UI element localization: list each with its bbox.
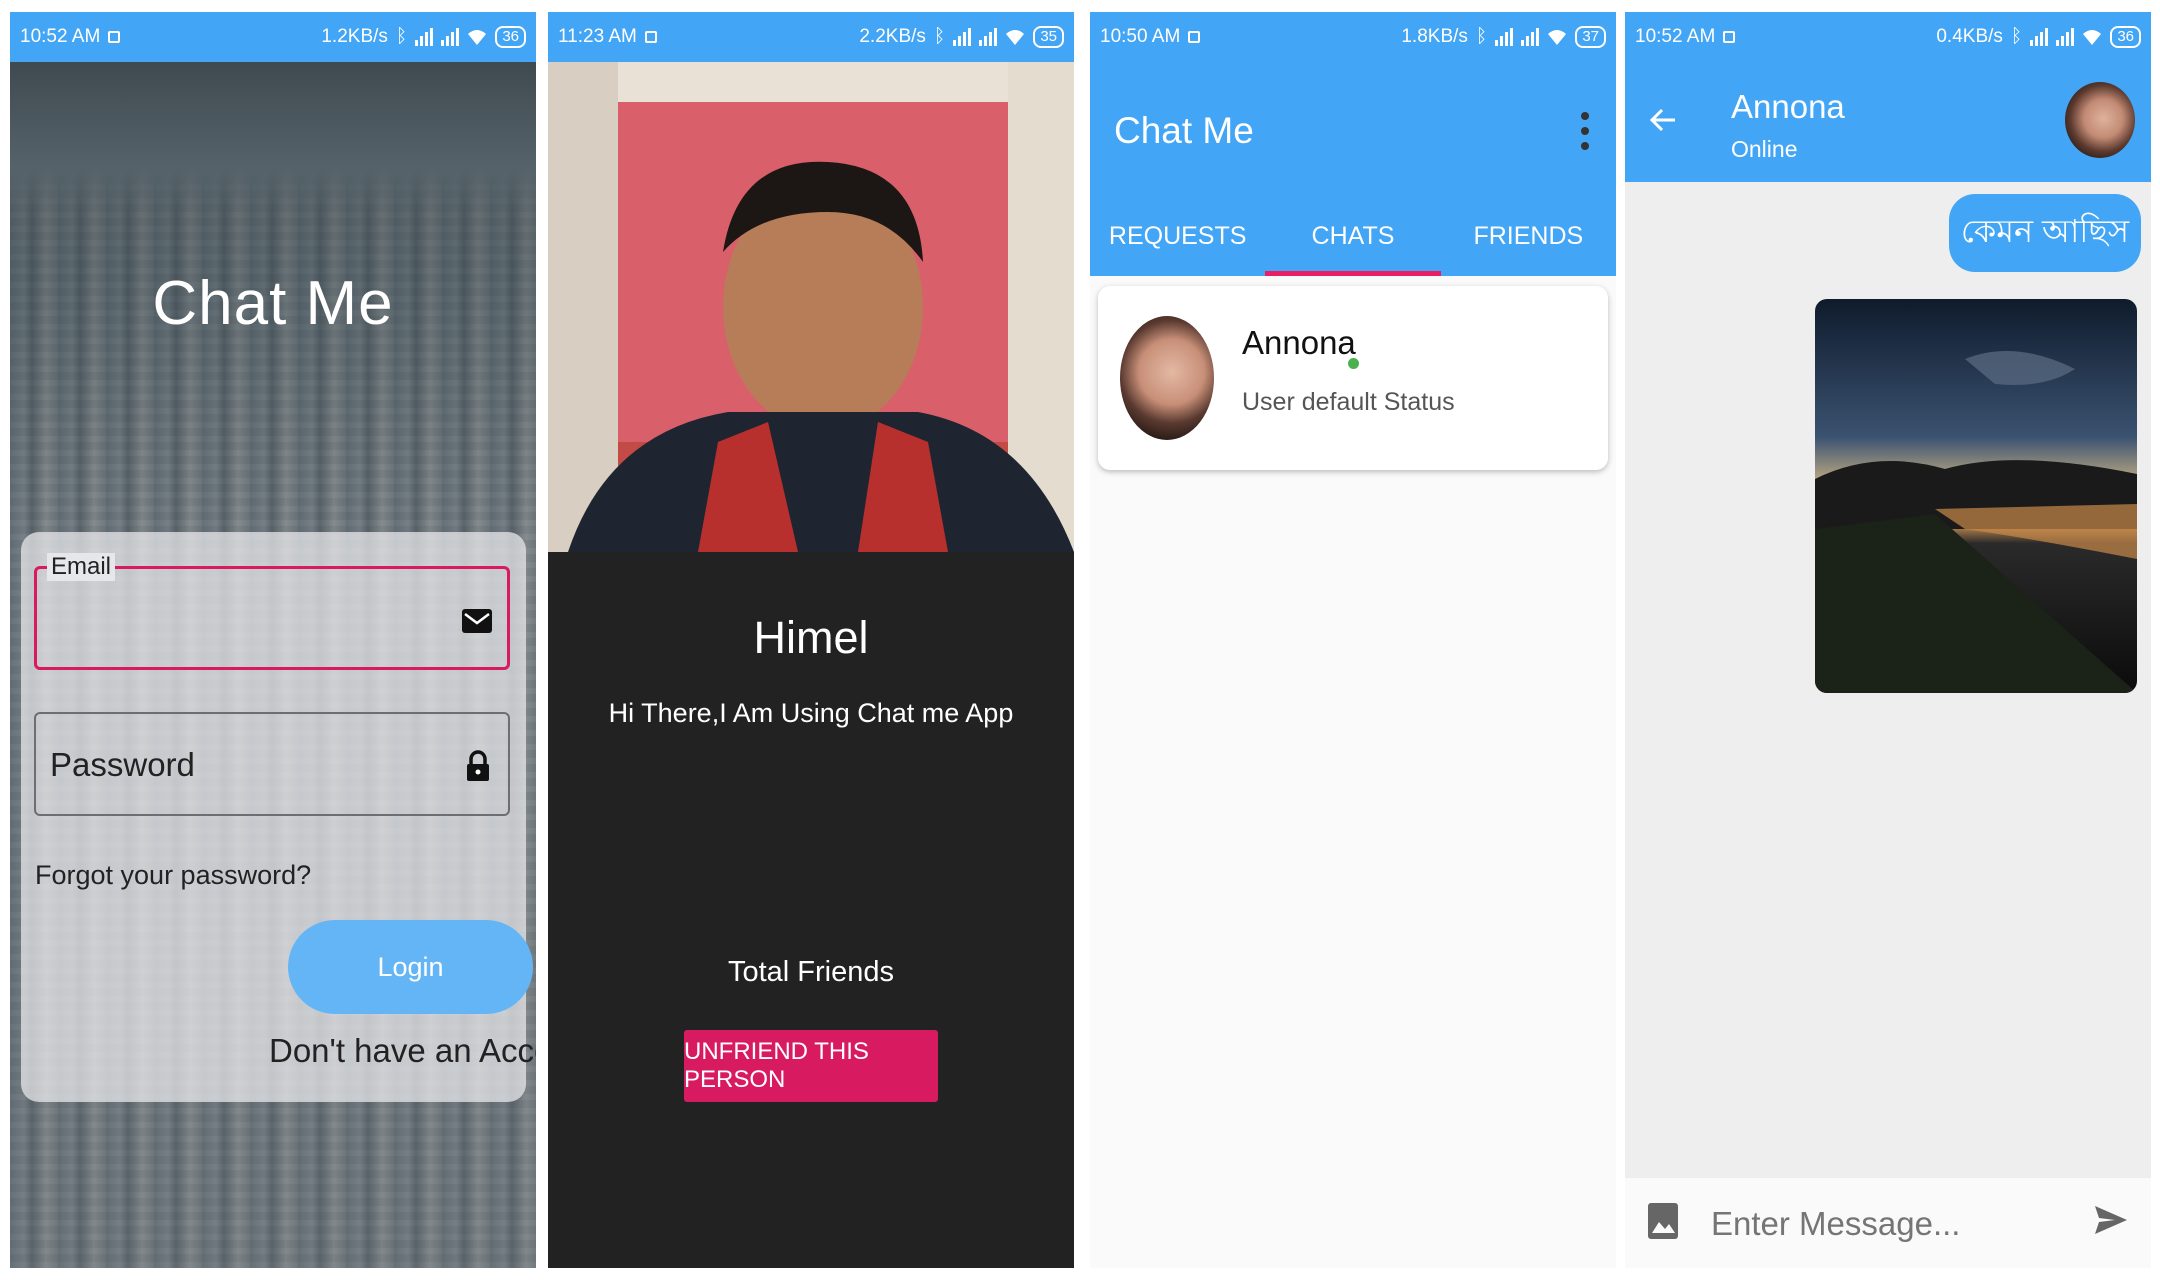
conversation-header: Annona Online (1625, 62, 2151, 182)
battery-indicator: 36 (495, 26, 526, 48)
app-title: Chat Me (1114, 110, 1254, 151)
signup-link[interactable]: Don't have an Account (269, 1032, 536, 1070)
signal-icon (2030, 28, 2049, 46)
profile-status: Hi There,I Am Using Chat me App (608, 698, 1014, 728)
bluetooth-icon: ᛒ (1475, 26, 1488, 47)
presence-status: Online (1731, 136, 1798, 162)
status-time: 11:23 AM (558, 26, 637, 47)
tab-chats[interactable]: CHATS (1265, 196, 1441, 276)
message-input[interactable] (1709, 1204, 2073, 1244)
profile-photo (548, 62, 1074, 552)
battery-indicator: 36 (2110, 26, 2141, 48)
message-list: কেমন আছিস (1625, 182, 2151, 1178)
bluetooth-icon: ᛒ (933, 26, 946, 47)
signal-icon (1521, 28, 1540, 46)
notification-icon: . (644, 31, 657, 43)
lock-icon (467, 750, 489, 781)
tab-friends[interactable]: FRIENDS (1441, 196, 1616, 276)
battery-indicator: 37 (1575, 26, 1606, 48)
bluetooth-icon: ᛒ (395, 26, 408, 47)
network-speed: 0.4KB/s (1936, 26, 2003, 47)
unfriend-button[interactable]: UNFRIEND THIS PERSON (684, 1030, 938, 1102)
password-placeholder: Password (50, 746, 195, 783)
status-bar: 10:52 AM . 1.2KB/s ᛒ 36 (10, 12, 536, 62)
forgot-password-link[interactable]: Forgot your password? (35, 860, 311, 891)
profile-screen: 11:23 AM . 2.2KB/s ᛒ 35 Himel Hi There,I… (548, 12, 1074, 1268)
status-bar: 10:52 AM . 0.4KB/s ᛒ 36 (1625, 12, 2151, 62)
status-time: 10:52 AM (1635, 26, 1716, 47)
notification-icon: . (1723, 31, 1736, 43)
chat-contact-name: Annona (1242, 324, 1356, 361)
message-input-bar (1625, 1178, 2151, 1268)
network-speed: 1.8KB/s (1401, 26, 1468, 47)
back-arrow-icon[interactable] (1647, 104, 1679, 136)
total-friends-label: Total Friends (727, 956, 894, 988)
online-indicator (1348, 358, 1359, 369)
chat-list-item[interactable]: Annona User default Status (1098, 286, 1608, 470)
password-field[interactable]: Password (34, 712, 510, 816)
message-bubble: কেমন আছিস (1948, 194, 2141, 272)
status-time: 10:50 AM (1100, 26, 1181, 47)
wifi-icon (1548, 30, 1567, 45)
app-title: Chat Me (152, 269, 394, 338)
tab-requests[interactable]: REQUESTS (1090, 196, 1265, 276)
avatar[interactable] (2065, 82, 2135, 158)
network-speed: 1.2KB/s (321, 26, 388, 47)
image-message[interactable] (1815, 299, 2137, 693)
sky-overlay (10, 62, 536, 212)
contact-name: Annona (1731, 88, 1845, 125)
email-field[interactable]: Email (34, 553, 510, 670)
battery-indicator: 35 (1033, 26, 1064, 48)
bluetooth-icon: ᛒ (2010, 26, 2023, 47)
login-button[interactable]: Login (288, 920, 533, 1014)
app-bar: Chat Me REQUESTS CHATS FRIENDS (1090, 62, 1616, 276)
chats-screen: 10:50 AM . 1.8KB/s ᛒ 37 Chat Me REQUESTS… (1090, 12, 1616, 1268)
wifi-icon (468, 30, 487, 45)
network-speed: 2.2KB/s (859, 26, 926, 47)
status-bar: 11:23 AM . 2.2KB/s ᛒ 35 (548, 12, 1074, 62)
signal-icon (979, 28, 998, 46)
tab-bar: REQUESTS CHATS FRIENDS (1090, 196, 1616, 276)
image-icon[interactable] (1647, 1202, 1679, 1240)
chat-contact-status: User default Status (1242, 388, 1455, 416)
notification-icon: . (108, 31, 121, 43)
send-icon[interactable] (2091, 1200, 2131, 1240)
notification-icon: . (1188, 31, 1201, 43)
status-time: 10:52 AM (20, 26, 101, 47)
wifi-icon (2083, 30, 2102, 45)
status-bar: 10:50 AM . 1.8KB/s ᛒ 37 (1090, 12, 1616, 62)
signal-icon (2056, 28, 2075, 46)
wifi-icon (1006, 30, 1025, 45)
signal-icon (953, 28, 972, 46)
login-screen: 10:52 AM . 1.2KB/s ᛒ 36 Chat Me Email Pa… (10, 12, 536, 1268)
conversation-screen: 10:52 AM . 0.4KB/s ᛒ 36 Annona Online কে… (1625, 12, 2151, 1268)
login-card: Email Password Forgot your password? Log… (21, 532, 536, 1102)
signal-icon (441, 28, 460, 46)
avatar (1120, 316, 1214, 440)
email-icon (462, 609, 492, 633)
signal-icon (415, 28, 434, 46)
signal-icon (1495, 28, 1514, 46)
profile-name: Himel (753, 612, 869, 663)
more-vert-icon[interactable] (1580, 110, 1590, 152)
email-label: Email (47, 553, 116, 581)
